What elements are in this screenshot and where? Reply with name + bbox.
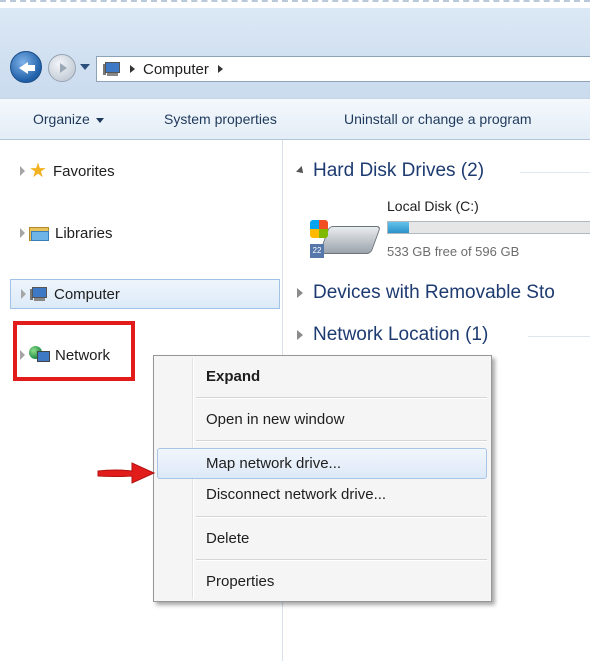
- group-label: Hard Disk Drives (2): [313, 160, 485, 181]
- sidebar-item-favorites[interactable]: ★ Favorites: [10, 156, 280, 186]
- group-divider: [528, 336, 590, 337]
- menu-separator: [196, 397, 487, 399]
- breadcrumb-separator-icon[interactable]: [217, 65, 223, 73]
- address-bar[interactable]: Computer: [96, 56, 590, 82]
- chevron-down-icon: [95, 117, 104, 123]
- menu-item-expand[interactable]: Expand: [206, 368, 260, 385]
- uninstall-program-button[interactable]: Uninstall or change a program: [344, 111, 532, 127]
- breadcrumb-separator-icon[interactable]: [130, 65, 135, 73]
- red-arrow-icon: [97, 462, 156, 484]
- organize-button[interactable]: Organize: [33, 111, 104, 127]
- group-label: Network Location (1): [313, 324, 489, 345]
- recent-pages-dropdown[interactable]: [80, 64, 90, 70]
- forward-button[interactable]: [48, 54, 76, 82]
- back-button[interactable]: [10, 51, 42, 83]
- window-top-edge: [0, 0, 590, 6]
- hard-drive-icon[interactable]: 22: [310, 218, 382, 262]
- star-icon: ★: [29, 160, 47, 182]
- menu-item-map-network-drive[interactable]: Map network drive...: [206, 455, 341, 472]
- address-bar-area: Computer: [0, 8, 590, 98]
- breadcrumb-computer[interactable]: Computer: [143, 61, 209, 78]
- menu-separator: [196, 559, 487, 561]
- menu-item-disconnect-network-drive[interactable]: Disconnect network drive...: [206, 486, 386, 503]
- collapse-arrow-icon: [296, 166, 306, 176]
- computer-icon: [30, 287, 48, 301]
- menu-item-open-in-new-window[interactable]: Open in new window: [206, 411, 344, 428]
- expand-arrow-icon[interactable]: [20, 228, 25, 238]
- menu-separator: [196, 516, 487, 518]
- expand-arrow-icon: [297, 330, 303, 340]
- menu-separator: [196, 440, 487, 442]
- organize-label: Organize: [33, 111, 90, 127]
- menu-item-delete[interactable]: Delete: [206, 530, 249, 547]
- group-label: Devices with Removable Sto: [313, 282, 555, 303]
- sidebar-item-label: Libraries: [55, 224, 113, 242]
- highlight-box: [13, 321, 135, 381]
- group-header-network-location[interactable]: Network Location (1): [297, 324, 488, 346]
- sidebar-item-libraries[interactable]: Libraries: [10, 218, 280, 248]
- system-properties-button[interactable]: System properties: [164, 111, 277, 127]
- drive-usage-fill: [388, 222, 410, 233]
- expand-arrow-icon[interactable]: [20, 166, 25, 176]
- drive-name[interactable]: Local Disk (C:): [387, 198, 479, 214]
- drive-usage-bar: [387, 221, 590, 234]
- group-header-hard-disk-drives[interactable]: Hard Disk Drives (2): [296, 160, 485, 182]
- group-header-removable-devices[interactable]: Devices with Removable Sto: [297, 282, 555, 304]
- group-divider: [520, 172, 590, 173]
- command-bar: Organize System properties Uninstall or …: [0, 98, 590, 140]
- sidebar-item-label: Favorites: [52, 162, 115, 180]
- expand-arrow-icon: [297, 288, 303, 298]
- expand-arrow-icon[interactable]: [21, 289, 26, 299]
- libraries-folder-icon: [29, 225, 49, 241]
- sidebar-item-computer[interactable]: Computer: [10, 279, 280, 309]
- context-menu: Expand Open in new window Map network dr…: [153, 355, 492, 602]
- menu-item-properties[interactable]: Properties: [206, 573, 274, 590]
- computer-icon: [103, 62, 121, 76]
- sidebar-item-label: Computer: [54, 285, 120, 303]
- drive-free-space: 533 GB free of 596 GB: [387, 244, 520, 259]
